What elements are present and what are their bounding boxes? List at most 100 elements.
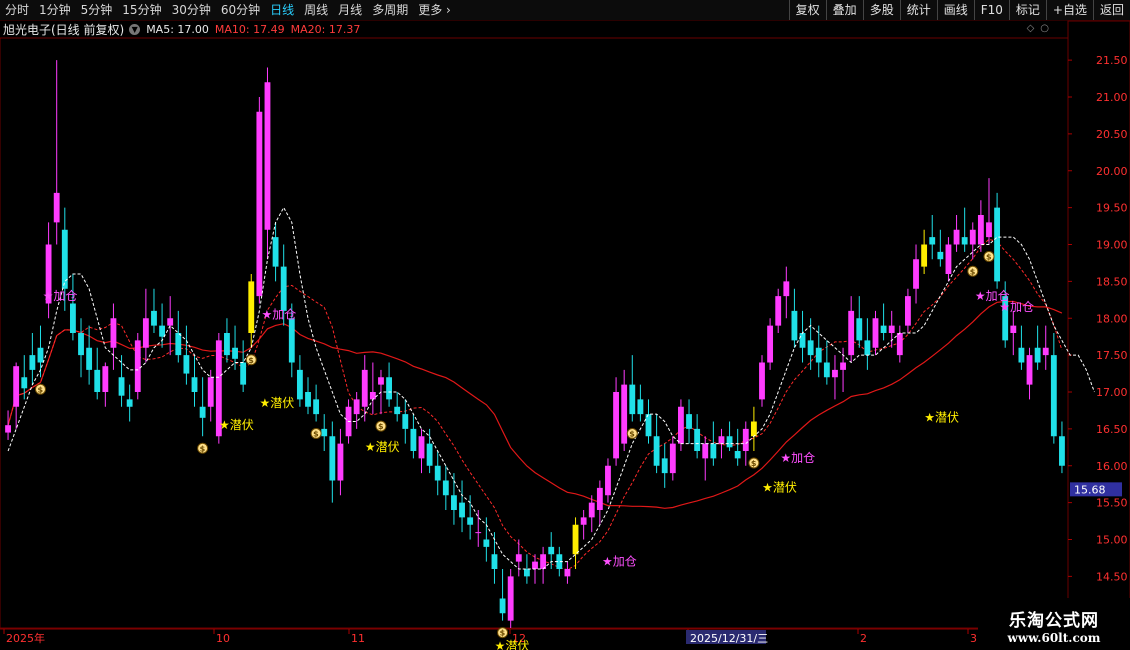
- candle-body: [840, 362, 846, 370]
- tab-period-6[interactable]: 日线: [265, 0, 299, 20]
- jiacang-label: ★加仓: [602, 554, 637, 568]
- candle-body: [69, 303, 76, 333]
- candle-body: [61, 229, 68, 289]
- candle-body: [823, 362, 830, 378]
- candle-body: [613, 392, 619, 459]
- candle-body: [1050, 355, 1057, 437]
- money-bag-glyph: $: [248, 356, 254, 365]
- candle-body: [5, 425, 11, 433]
- tab-period-2[interactable]: 5分钟: [76, 0, 118, 20]
- candle-body: [305, 392, 311, 407]
- candle-body: [994, 207, 1001, 282]
- money-bag-icon: [34, 383, 46, 395]
- candle-body: [621, 384, 628, 444]
- candle-body: [523, 569, 530, 577]
- x-tick-label: 2: [860, 632, 867, 645]
- candle-body: [904, 296, 911, 326]
- candle-body: [1010, 325, 1017, 333]
- candle-body: [345, 406, 352, 437]
- current-price-label: 15.68: [1074, 483, 1106, 496]
- ma5-value: MA5: 17.00: [146, 22, 209, 36]
- y-tick-label: 20.00: [1096, 165, 1128, 178]
- candle-body: [694, 428, 701, 451]
- tab-period-0[interactable]: 分时: [0, 0, 34, 20]
- candle-body: [815, 347, 822, 363]
- candle-body: [783, 281, 790, 297]
- jiacang-label: ★加仓: [43, 289, 78, 303]
- candle-body: [410, 428, 417, 451]
- tool-button-8[interactable]: 返回: [1092, 0, 1130, 20]
- candle-body: [913, 259, 919, 289]
- tool-button-5[interactable]: F10: [973, 0, 1009, 20]
- jiacang-label: ★加仓: [975, 289, 1010, 303]
- candle-body: [1018, 347, 1025, 363]
- candle-body: [167, 318, 174, 326]
- tab-period-10[interactable]: 更多 ›: [413, 0, 456, 20]
- tab-period-5[interactable]: 60分钟: [216, 0, 265, 20]
- candle-body: [313, 399, 320, 415]
- candle-body: [86, 347, 93, 370]
- stock-name[interactable]: 旭光电子(日线 前复权): [3, 21, 124, 38]
- chevron-down-icon[interactable]: ▼: [129, 23, 141, 35]
- tab-period-9[interactable]: 多周期: [367, 0, 413, 20]
- tool-button-1[interactable]: 叠加: [825, 0, 863, 20]
- candle-body: [418, 436, 425, 459]
- tool-button-2[interactable]: 多股: [862, 0, 900, 20]
- candle-body: [945, 244, 952, 274]
- candle-body: [548, 546, 555, 555]
- candle-body: [961, 237, 968, 245]
- x-tick-label: 2025年: [6, 631, 45, 645]
- candle-body: [588, 502, 595, 518]
- tool-button-6[interactable]: 标记: [1008, 0, 1046, 20]
- tool-button-7[interactable]: +自选: [1045, 0, 1093, 20]
- candle-body: [848, 310, 855, 356]
- y-tick-label: 15.00: [1096, 534, 1128, 547]
- diamond-icon[interactable]: ◇: [1027, 23, 1041, 34]
- candle-body: [669, 443, 676, 474]
- candle-body: [191, 377, 198, 392]
- candle-body: [29, 355, 36, 370]
- tool-button-4[interactable]: 画线: [936, 0, 974, 20]
- candle-body: [977, 215, 984, 245]
- candle-body: [775, 296, 782, 326]
- chart-corner-icons[interactable]: ◇○: [1027, 23, 1055, 34]
- candle-body: [661, 458, 668, 474]
- candle-body: [556, 554, 563, 569]
- candle-body: [953, 229, 960, 245]
- candle-body: [45, 244, 52, 304]
- tab-period-4[interactable]: 30分钟: [167, 0, 216, 20]
- x-tick-label: 2025/12/31/三: [690, 632, 768, 645]
- candle-body: [986, 222, 992, 238]
- candle-body: [134, 340, 141, 392]
- tab-period-3[interactable]: 15分钟: [117, 0, 166, 20]
- candle-body: [378, 377, 384, 385]
- watermark-logo: 乐淘公式网 www.60lt.com: [978, 598, 1130, 650]
- money-bag-glyph: $: [500, 629, 506, 638]
- current-price-tag: [1070, 482, 1122, 497]
- money-bag-icon: [626, 428, 638, 439]
- tool-button-0[interactable]: 复权: [788, 0, 826, 20]
- candle-body: [337, 443, 344, 481]
- tool-button-3[interactable]: 统计: [899, 0, 937, 20]
- candle-body: [369, 392, 376, 400]
- candle-body: [126, 399, 133, 407]
- candlestick-chart[interactable]: 21.50 21.00 20.50 20.00 19.50 19.00 18.50 18.00…: [0, 0, 1130, 650]
- candle-body: [102, 366, 109, 392]
- candle-body: [896, 333, 903, 356]
- candle-body: [21, 377, 28, 389]
- money-bag-glyph: $: [629, 430, 635, 439]
- x-tick-label: 12: [512, 632, 526, 645]
- qianfu-label: ★潜伏: [365, 440, 400, 454]
- qianfu-label: ★潜伏: [495, 639, 530, 650]
- circle-icon[interactable]: ○: [1040, 23, 1055, 34]
- x-cursor-tag: [686, 630, 766, 644]
- tab-period-7[interactable]: 周线: [299, 0, 333, 20]
- tab-period-1[interactable]: 1分钟: [34, 0, 76, 20]
- candle-body: [426, 443, 433, 466]
- money-bag-glyph: $: [751, 459, 757, 468]
- tab-period-8[interactable]: 月线: [333, 0, 367, 20]
- money-bag-icon: [748, 457, 760, 469]
- candle-body: [240, 362, 247, 385]
- candle-body: [78, 333, 84, 356]
- y-tick-label: 21.50: [1096, 54, 1128, 67]
